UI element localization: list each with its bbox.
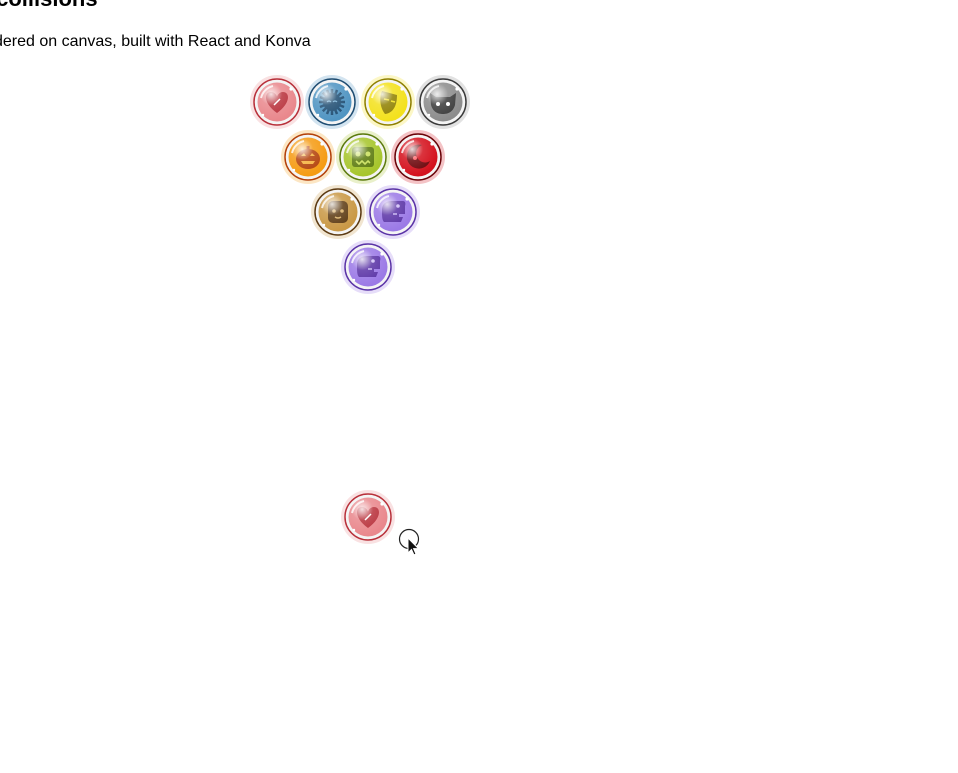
bubble-pumpkin[interactable] xyxy=(281,130,335,184)
bubble-ghost[interactable] xyxy=(311,185,365,239)
bubble-dinosaur[interactable] xyxy=(366,185,420,239)
bubble-monster[interactable] xyxy=(336,130,390,184)
page: istic collisions dered on canvas, built … xyxy=(0,0,958,773)
bubble-cat[interactable] xyxy=(416,75,470,129)
pointer-cursor-icon xyxy=(398,528,420,556)
bubble-mask[interactable] xyxy=(361,75,415,129)
bubble-heart[interactable] xyxy=(250,75,304,129)
bubble-sun-face[interactable] xyxy=(305,75,359,129)
bubble-moon[interactable] xyxy=(391,130,445,184)
bubble-dinosaur[interactable] xyxy=(341,240,395,294)
bubble-heart[interactable] xyxy=(341,490,395,544)
game-canvas[interactable] xyxy=(0,0,958,773)
